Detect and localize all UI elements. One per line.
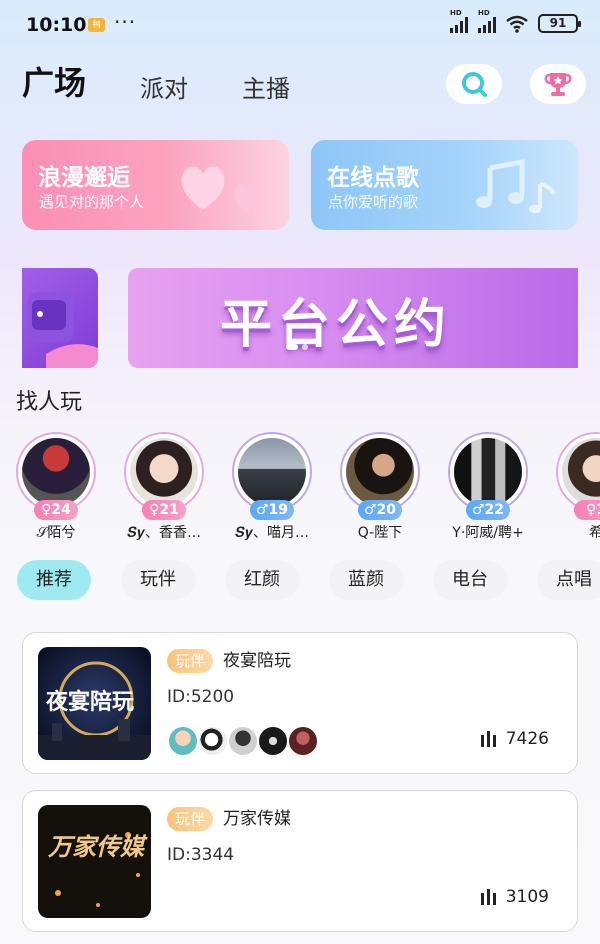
person-card[interactable]: ♀1 希 bbox=[551, 432, 600, 542]
tab-square[interactable]: 广场 bbox=[22, 58, 86, 104]
person-card[interactable]: ♀24 𝒮陌兮 bbox=[11, 432, 101, 542]
room-name: 夜宴陪玩 bbox=[223, 651, 291, 671]
person-card[interactable]: ♀21 𝑺𝒚、香香… bbox=[119, 432, 209, 542]
category-tabs: 推荐 玩伴 红颜 蓝颜 电台 点唱 bbox=[17, 560, 600, 600]
person-name: 𝒮陌兮 bbox=[36, 525, 76, 541]
category-radio[interactable]: 电台 bbox=[433, 560, 507, 600]
battery-indicator: 91 bbox=[538, 14, 581, 33]
room-tag: 玩伴 bbox=[167, 807, 214, 831]
popularity-bars-icon bbox=[480, 731, 496, 747]
status-time: 10:10 bbox=[26, 14, 87, 36]
room-cover-image: 万家传媒 bbox=[38, 805, 151, 918]
room-count: 7426 bbox=[505, 729, 549, 749]
notification-badge-icon: 鸭 bbox=[88, 18, 105, 32]
room-cover-art: 夜宴陪玩 bbox=[38, 647, 151, 760]
age-badge: ♂19 bbox=[250, 500, 294, 520]
signal-2-icon: HD bbox=[478, 9, 496, 33]
status-indicators: HD HD 91 bbox=[450, 9, 581, 33]
category-female[interactable]: 红颜 bbox=[225, 560, 299, 600]
avatar bbox=[197, 725, 229, 757]
age-badge: ♀1 bbox=[574, 500, 600, 520]
cover-title: 万家传媒 bbox=[47, 832, 148, 861]
category-companion[interactable]: 玩伴 bbox=[121, 560, 195, 600]
trophy-icon bbox=[544, 73, 572, 96]
tab-host[interactable]: 主播 bbox=[242, 69, 290, 104]
age-badge: ♂20 bbox=[358, 500, 402, 520]
banner-previous[interactable] bbox=[22, 268, 98, 368]
person-card[interactable]: ♂20 Q-陛下 bbox=[335, 432, 425, 542]
age-badge: ♀21 bbox=[142, 500, 186, 520]
person-name: 希 bbox=[589, 525, 600, 541]
room-id: ID:3344 bbox=[167, 845, 235, 865]
banner-title: 平台公约 bbox=[220, 295, 453, 355]
age-badge: ♂22 bbox=[466, 500, 510, 520]
room-cover-art: 万家传媒 bbox=[38, 805, 151, 918]
ranking-button[interactable] bbox=[530, 64, 586, 104]
room-count: 3109 bbox=[505, 887, 549, 907]
avatar bbox=[287, 725, 319, 757]
age-badge: ♀24 bbox=[34, 500, 78, 520]
person-card[interactable]: ♂22 Y·阿威/聘+ bbox=[443, 432, 533, 542]
person-name: Y·阿威/聘+ bbox=[452, 525, 524, 541]
room-popularity: 3109 bbox=[480, 887, 549, 907]
room-tag: 玩伴 bbox=[167, 649, 214, 673]
status-bar: 10:10 鸭 ··· HD HD 91 bbox=[0, 0, 600, 52]
person-name: Q-陛下 bbox=[357, 525, 403, 541]
room-id: ID:5200 bbox=[167, 687, 235, 707]
promo-title: 在线点歌 bbox=[327, 165, 419, 191]
room-cover-image: 夜宴陪玩 bbox=[38, 647, 151, 760]
banner-platform-convention[interactable]: 平台公约 bbox=[128, 268, 578, 368]
cover-title: 夜宴陪玩 bbox=[45, 689, 134, 715]
category-recommend[interactable]: 推荐 bbox=[17, 560, 91, 600]
person-card[interactable]: ♂19 𝑺𝒚、喵月… bbox=[227, 432, 317, 542]
person-name: 𝑺𝒚、香香… bbox=[126, 525, 202, 541]
promo-title: 浪漫邂逅 bbox=[38, 165, 130, 191]
mascot-icon bbox=[28, 292, 98, 368]
avatar bbox=[227, 725, 259, 757]
popularity-bars-icon bbox=[480, 889, 496, 905]
signal-1-icon: HD bbox=[450, 9, 468, 33]
member-avatars bbox=[167, 725, 319, 757]
banner-pagination bbox=[286, 344, 308, 350]
search-button[interactable] bbox=[446, 64, 502, 104]
hearts-icon bbox=[181, 166, 260, 212]
more-dots-icon: ··· bbox=[114, 10, 137, 34]
search-icon bbox=[462, 72, 487, 97]
top-tabs: 广场 派对 主播 bbox=[22, 58, 344, 104]
people-carousel: ♀24 𝒮陌兮 ♀21 𝑺𝒚、香香… ♂19 𝑺𝒚、喵月… ♂20 Q-陛下 ♂… bbox=[0, 432, 600, 542]
promo-romantic-encounter[interactable]: 浪漫邂逅 遇见对的那个人 bbox=[22, 140, 289, 230]
promo-subtitle: 遇见对的那个人 bbox=[39, 193, 145, 211]
avatar bbox=[257, 725, 289, 757]
room-card[interactable]: 万家传媒 玩伴 万家传媒 ID:3344 3109 bbox=[22, 790, 578, 932]
person-name: 𝑺𝒚、喵月… bbox=[234, 525, 310, 541]
promo-song-request[interactable]: 在线点歌 点你爱听的歌 bbox=[311, 140, 578, 230]
category-sing[interactable]: 点唱 bbox=[537, 560, 600, 600]
section-title-find-people: 找人玩 bbox=[16, 390, 83, 415]
room-name: 万家传媒 bbox=[223, 809, 291, 829]
avatar bbox=[167, 725, 199, 757]
category-male[interactable]: 蓝颜 bbox=[329, 560, 403, 600]
wifi-icon bbox=[506, 15, 528, 33]
room-popularity: 7426 bbox=[480, 729, 549, 749]
promo-subtitle: 点你爱听的歌 bbox=[328, 193, 419, 211]
tab-party[interactable]: 派对 bbox=[140, 69, 188, 104]
music-notes-icon bbox=[476, 158, 556, 214]
room-card[interactable]: 夜宴陪玩 玩伴 夜宴陪玩 ID:5200 7426 bbox=[22, 632, 578, 774]
